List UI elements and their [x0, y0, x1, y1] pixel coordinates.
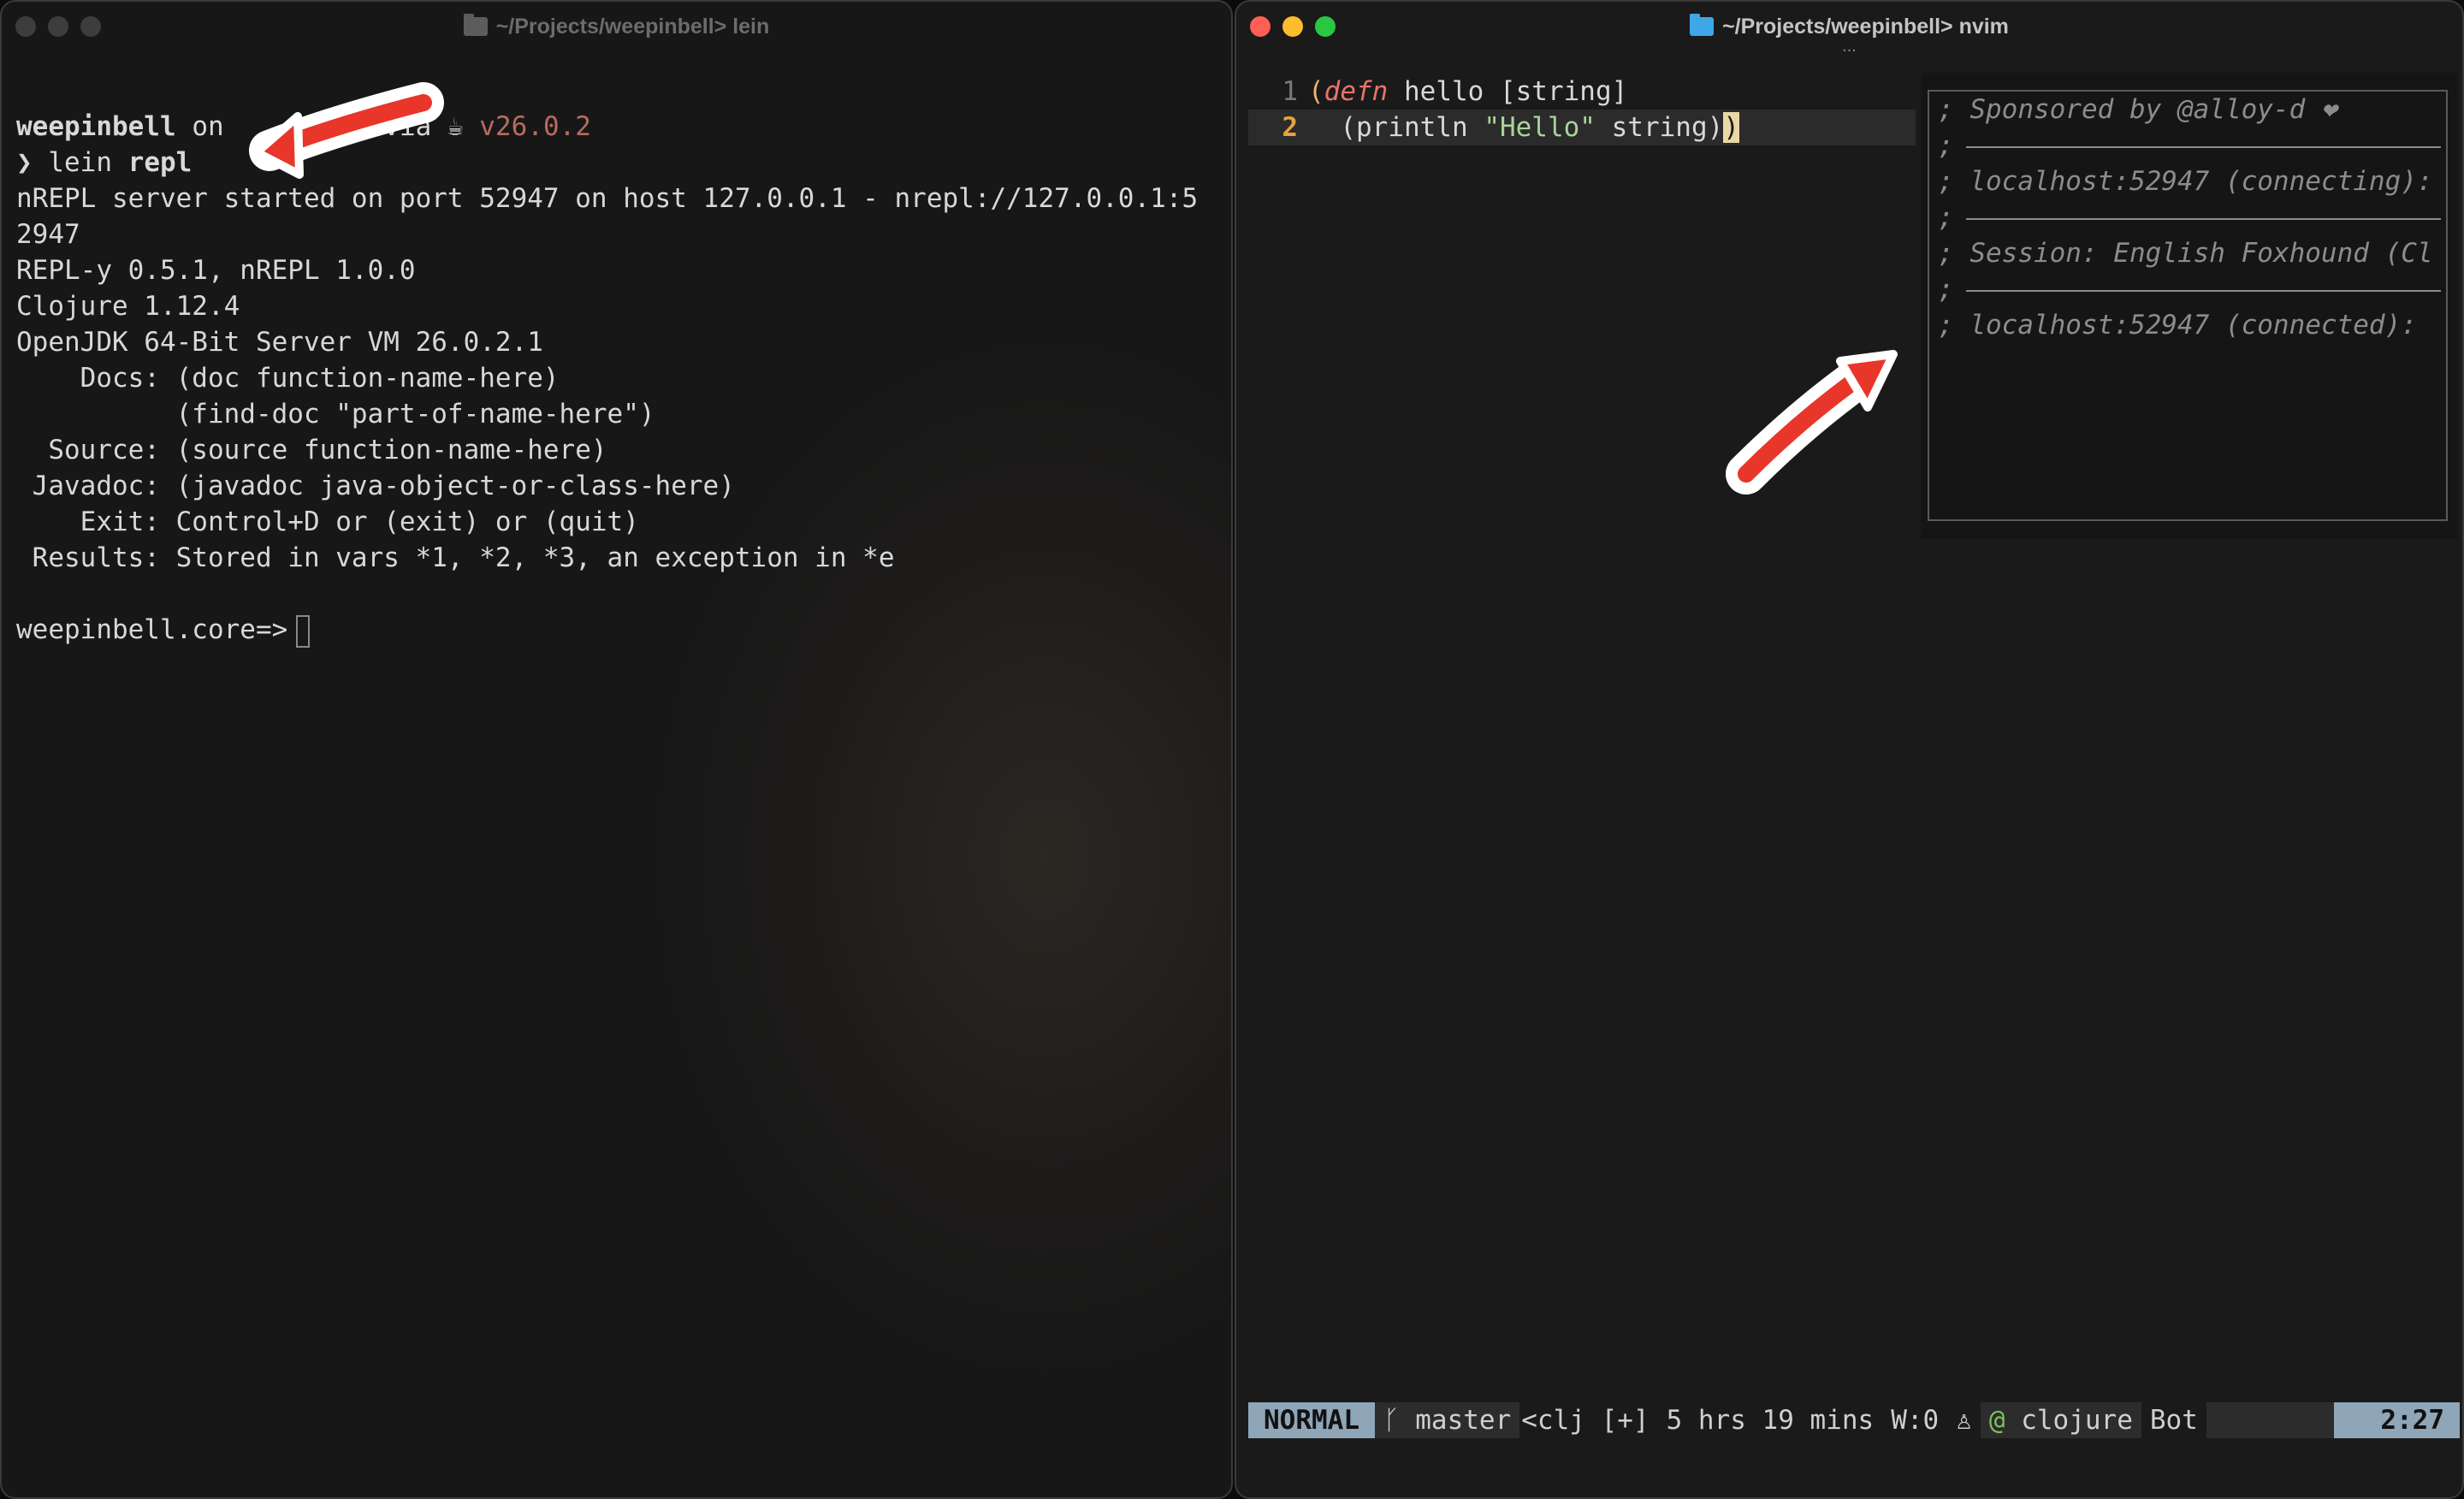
- log-text: ;: [1938, 274, 1954, 305]
- log-text: ; Session: English Foxhound (Cl: [1938, 238, 2433, 269]
- close-button[interactable]: [1250, 16, 1270, 37]
- separator-rule: [1965, 217, 2441, 220]
- terminal-line: OpenJDK 64-Bit Server VM 26.0.2.1: [16, 327, 543, 358]
- code-token: (: [1308, 76, 1324, 107]
- clojure-icon: @: [1988, 1405, 2005, 1436]
- zoom-button[interactable]: [1315, 16, 1336, 37]
- command-line: ❯ lein repl: [16, 145, 1198, 181]
- code-token: string): [1595, 112, 1724, 143]
- code-token: hello [string]: [1388, 76, 1628, 107]
- terminal-line: 2947: [16, 219, 80, 250]
- terminal-line: Clojure 1.12.4: [16, 291, 240, 322]
- java-icon: ☕: [447, 111, 464, 142]
- word-count: W:0: [1891, 1405, 1940, 1436]
- terminal-cursor: [296, 614, 311, 648]
- branch-icon: ᚴ: [1383, 1405, 1400, 1436]
- log-separator: ;: [1929, 127, 2446, 163]
- log-text: ;: [1938, 202, 1954, 233]
- terminal-line: nREPL server started on port 52947 on ho…: [16, 183, 1199, 214]
- folder-icon: [1690, 14, 1715, 36]
- log-text: ; Sponsored by @alloy-d ❤: [1938, 94, 2337, 125]
- filetype: @ clojure: [1980, 1402, 2141, 1438]
- shell-prompt-line: weepinbell on via ☕ v26.0.2: [16, 109, 1198, 145]
- log-line: ; localhost:52947 (connecting):: [1929, 163, 2446, 199]
- log-line: ; Session: English Foxhound (Cl: [1929, 235, 2446, 271]
- traffic-lights: [1250, 16, 1336, 37]
- file-name: <clj [+]: [1521, 1405, 1650, 1436]
- scroll-position: Bot: [2149, 1405, 2198, 1436]
- session-time: 5 hrs 19 mins: [1666, 1405, 1875, 1436]
- separator-rule: [1965, 289, 2441, 292]
- terminal-line: Source: (source function-name-here): [16, 435, 607, 465]
- traffic-lights: [15, 16, 101, 37]
- prompt-symbol: ❯: [16, 147, 33, 178]
- repl-prompt: weepinbell.core=>: [16, 614, 288, 645]
- log-text: ; localhost:52947 (connecting):: [1938, 166, 2433, 197]
- branch-name: master: [1415, 1405, 1512, 1436]
- prompt-on: on: [192, 111, 224, 142]
- terminal-line: REPL-y 0.5.1, nREPL 1.0.0: [16, 255, 416, 286]
- code-line[interactable]: 2 (println "Hello" string)): [1248, 110, 1916, 145]
- conjure-log-content: ; Sponsored by @alloy-d ❤; ; localhost:52…: [1928, 90, 2448, 521]
- code-token: "Hello": [1484, 112, 1596, 143]
- terminal-output[interactable]: weepinbell on via ☕ v26.0.2 ❯ lein repl …: [16, 109, 1198, 648]
- log-text: ; localhost:52947 (connected):: [1938, 310, 2417, 341]
- log-line: ; Sponsored by @alloy-d ❤: [1929, 92, 2446, 127]
- window-title: ~/Projects/weepinbell> lein: [495, 14, 770, 39]
- filetype-label: clojure: [2021, 1405, 2133, 1436]
- red-arrow-annotation-left: [249, 82, 444, 179]
- log-separator: ;: [1929, 199, 2446, 235]
- terminal-line: Javadoc: (javadoc java-object-or-class-h…: [16, 471, 735, 501]
- close-button[interactable]: [15, 16, 36, 37]
- window-title: ~/Projects/weepinbell> nvim: [1722, 14, 2009, 39]
- terminal-line: Docs: (doc function-name-here): [16, 363, 560, 394]
- cursor-char: ): [1723, 112, 1739, 143]
- line-number: 1: [1282, 76, 1298, 107]
- code-editor[interactable]: 1 (defn hello [string] 2 (println "Hello" …: [1248, 74, 1916, 145]
- log-text: ;: [1938, 130, 1954, 161]
- repl-banner: nREPL server started on port 52947 on ho…: [16, 181, 1198, 576]
- minimize-button[interactable]: [48, 16, 68, 37]
- statusline-spacer: [2206, 1402, 2335, 1438]
- status-line: NORMAL ᚴ master <clj [+] 5 hrs 19 mins W…: [1248, 1402, 2460, 1438]
- terminal-line: Exit: Control+D or (exit) or (quit): [16, 507, 639, 537]
- code-token: defn: [1324, 76, 1389, 107]
- command-arg: repl: [127, 147, 192, 178]
- cursor-position: 2:27: [2334, 1402, 2460, 1438]
- prompt-dir: weepinbell: [16, 111, 176, 142]
- repl-prompt-line[interactable]: weepinbell.core=>: [16, 612, 1198, 648]
- title-bar: ~/Projects/weepinbell> lein: [2, 2, 1231, 51]
- code-line[interactable]: 1 (defn hello [string]: [1248, 74, 1916, 110]
- zoom-button[interactable]: [80, 16, 101, 37]
- terminal-window-right[interactable]: ~/Projects/weepinbell> nvim ... 1 (defn h…: [1235, 0, 2464, 1499]
- minimize-button[interactable]: [1282, 16, 1303, 37]
- java-version: v26.0.2: [479, 111, 591, 142]
- separator-rule: [1965, 145, 2441, 148]
- terminal-line: Results: Stored in vars *1, *2, *3, an e…: [16, 542, 895, 573]
- log-separator: ;: [1929, 271, 2446, 307]
- conjure-log-popup[interactable]: ; Sponsored by @alloy-d ❤; ; localhost:52…: [1921, 73, 2458, 539]
- log-line: ; localhost:52947 (connected):: [1929, 307, 2446, 343]
- red-arrow-annotation-right: [1726, 350, 1898, 495]
- line-number: 2: [1282, 112, 1298, 143]
- title-subtitle: ...: [1842, 37, 1857, 56]
- lsp-icon: ♙: [1956, 1405, 1972, 1436]
- mode-indicator: NORMAL: [1248, 1402, 1375, 1438]
- git-branch: ᚴ master: [1374, 1402, 1520, 1438]
- code-token: (println: [1308, 112, 1484, 143]
- terminal-window-left[interactable]: ~/Projects/weepinbell> lein weepinbell o…: [0, 0, 1233, 1499]
- terminal-line: (find-doc "part-of-name-here"): [16, 399, 655, 430]
- folder-icon: [463, 14, 488, 36]
- command-name: lein: [48, 147, 112, 178]
